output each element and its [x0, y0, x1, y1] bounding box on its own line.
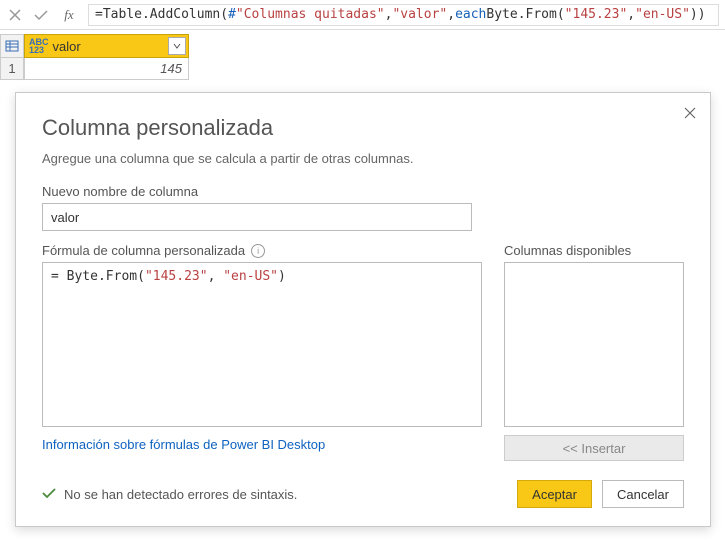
- check-icon: [42, 487, 56, 502]
- status-text: No se han detectado errores de sintaxis.: [64, 487, 297, 502]
- fx-icon[interactable]: fx: [58, 6, 80, 24]
- help-link[interactable]: Información sobre fórmulas de Power BI D…: [42, 437, 325, 452]
- column-header-valor[interactable]: ABC123 valor: [24, 34, 189, 58]
- info-icon[interactable]: i: [251, 244, 265, 258]
- row-number: 1: [0, 58, 24, 80]
- cell-value[interactable]: 145: [24, 58, 189, 80]
- column-type-icon: ABC123: [29, 38, 49, 54]
- dialog-title: Columna personalizada: [42, 115, 684, 141]
- newcol-input[interactable]: [42, 203, 472, 231]
- close-icon[interactable]: [680, 103, 700, 123]
- insert-button[interactable]: << Insertar: [504, 435, 684, 461]
- fx-label: fx: [64, 7, 73, 23]
- table-corner-icon[interactable]: [0, 34, 24, 58]
- column-name: valor: [53, 39, 81, 54]
- cancel-button[interactable]: Cancelar: [602, 480, 684, 508]
- column-dropdown-icon[interactable]: [168, 37, 186, 55]
- available-columns-label: Columnas disponibles: [504, 243, 684, 258]
- accept-button[interactable]: Aceptar: [517, 480, 592, 508]
- formula-cancel-icon[interactable]: [6, 6, 24, 24]
- syntax-status: No se han detectado errores de sintaxis.: [42, 487, 297, 502]
- custom-column-dialog: Columna personalizada Agregue una column…: [15, 92, 711, 527]
- table-preview: ABC123 valor 1 145: [0, 30, 725, 80]
- available-columns-list[interactable]: [504, 262, 684, 427]
- newcol-label: Nuevo nombre de columna: [42, 184, 684, 199]
- formula-accept-icon[interactable]: [32, 6, 50, 24]
- formula-textarea[interactable]: = Byte.From("145.23", "en-US"): [42, 262, 482, 427]
- table-row: 1 145: [0, 58, 725, 80]
- formula-input[interactable]: = Table . AddColumn ( # "Columnas quitad…: [88, 4, 719, 26]
- formula-bar: fx = Table . AddColumn ( # "Columnas qui…: [0, 0, 725, 30]
- dialog-subtitle: Agregue una columna que se calcula a par…: [42, 151, 684, 166]
- formula-label: Fórmula de columna personalizada: [42, 243, 245, 258]
